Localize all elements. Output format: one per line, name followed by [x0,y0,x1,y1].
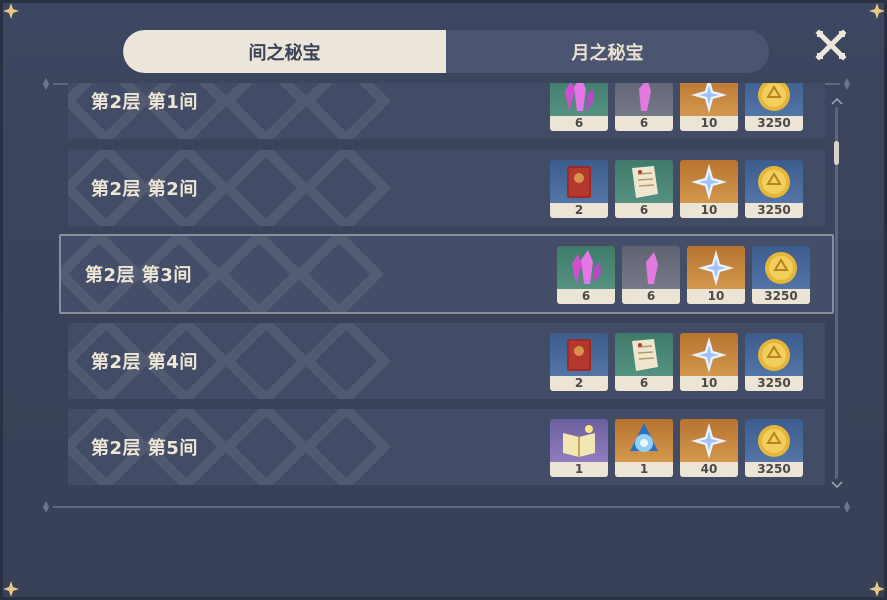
reward-item[interactable]: 6 [557,246,615,304]
crystal-grey-icon [639,83,651,111]
crystal-pink-icon [565,83,594,111]
reward-item[interactable]: 1 [550,419,608,477]
item-count: 6 [615,116,673,131]
bottom-divider [39,500,854,514]
reward-item[interactable]: 2 [550,160,608,218]
reward-item[interactable]: 3250 [752,246,810,304]
reward-item[interactable]: 6 [615,160,673,218]
close-button[interactable] [815,29,847,61]
primogem-icon [698,249,734,286]
floor-reward-list[interactable]: 第2层 第1间 6 6 10 3250 第2层 第2间 2 6 10 3250 … [59,83,849,493]
reward-item[interactable]: 6 [615,333,673,391]
corner-star-icon [3,581,19,597]
item-count: 6 [615,203,673,218]
reward-item[interactable]: 10 [680,333,738,391]
scrollbar-thumb[interactable] [834,141,839,165]
item-count: 10 [687,289,745,304]
item-count: 1 [550,462,608,477]
red-book-icon [567,338,591,371]
reward-item[interactable]: 3250 [745,83,803,131]
item-count: 40 [680,462,738,477]
reward-item[interactable]: 10 [680,160,738,218]
mora-coin-icon [758,83,790,111]
item-count: 6 [615,376,673,391]
scroll-note-icon [632,338,658,371]
reward-item[interactable]: 10 [680,83,738,131]
corner-star-icon [3,3,19,19]
primogem-icon [691,83,727,113]
item-count: 10 [680,203,738,218]
blue-orb-icon [630,422,658,452]
item-count: 10 [680,376,738,391]
item-count: 3250 [745,462,803,477]
primogem-icon [691,163,727,200]
item-count: 3250 [745,376,803,391]
reward-item[interactable]: 3250 [745,333,803,391]
tab-bar: 间之秘宝 月之秘宝 [123,30,769,73]
row-label: 第2层 第1间 [91,92,198,113]
mora-coin-icon [758,424,790,457]
red-book-icon [567,165,591,198]
crystal-grey-icon [646,251,658,284]
row-label: 第2层 第5间 [91,438,198,459]
item-count: 3250 [752,289,810,304]
tab-moon-treasure[interactable]: 月之秘宝 [446,30,769,73]
list-item[interactable]: 第2层 第4间 2 6 10 3250 [68,323,825,399]
item-count: 2 [550,203,608,218]
close-icon [815,29,847,61]
primogem-icon [691,336,727,373]
reward-item[interactable]: 6 [615,83,673,131]
tab-chamber-treasure[interactable]: 间之秘宝 [123,30,446,73]
reward-item[interactable]: 2 [550,333,608,391]
list-item[interactable]: 第2层 第2间 2 6 10 3250 [68,150,825,226]
item-count: 1 [615,462,673,477]
reward-item[interactable]: 40 [680,419,738,477]
list-item[interactable]: 第2层 第1间 6 6 10 3250 [68,83,825,139]
corner-star-icon [869,581,885,597]
item-count: 10 [680,116,738,131]
mora-coin-icon [765,251,797,284]
golden-book-icon [563,424,595,457]
item-count: 3250 [745,116,803,131]
item-count: 2 [550,376,608,391]
row-label: 第2层 第2间 [91,179,198,200]
row-label: 第2层 第3间 [85,265,192,286]
list-item[interactable]: 第2层 第5间 1 1 40 3250 [68,409,825,485]
scroll-note-icon [632,165,658,198]
primogem-icon [691,422,727,459]
item-count: 6 [550,116,608,131]
reward-item[interactable]: 6 [550,83,608,131]
item-count: 6 [622,289,680,304]
reward-item[interactable]: 3250 [745,419,803,477]
scroll-up-icon[interactable] [831,97,843,105]
reward-item[interactable]: 6 [622,246,680,304]
reward-panel: 间之秘宝 月之秘宝 第2层 第1间 6 6 10 3250 第2层 第2间 2 … [0,0,887,600]
mora-coin-icon [758,338,790,371]
row-label: 第2层 第4间 [91,352,198,373]
item-count: 6 [557,289,615,304]
reward-item[interactable]: 3250 [745,160,803,218]
reward-item[interactable]: 10 [687,246,745,304]
scroll-down-icon[interactable] [831,481,843,489]
item-count: 3250 [745,203,803,218]
crystal-pink-icon [572,249,601,284]
list-item-selected[interactable]: 第2层 第3间 6 6 10 3250 [59,234,834,314]
reward-item[interactable]: 1 [615,419,673,477]
corner-star-icon [869,3,885,19]
mora-coin-icon [758,165,790,198]
